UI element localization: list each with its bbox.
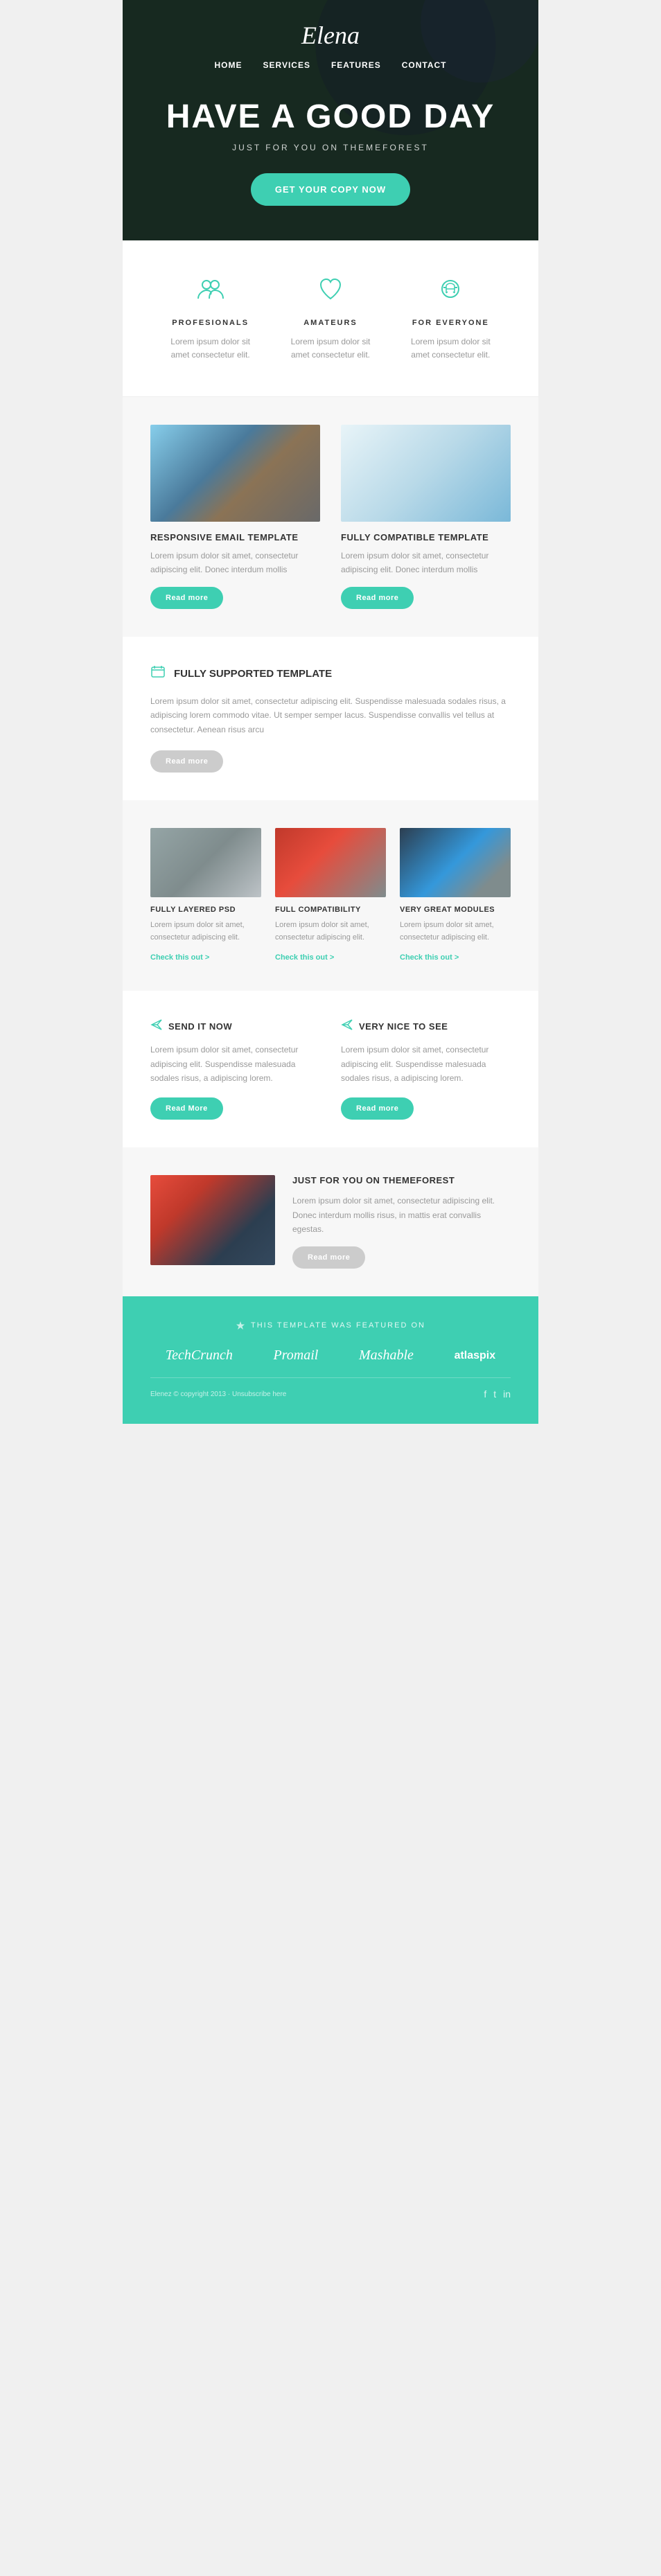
col-send-header: SEND IT NOW xyxy=(150,1018,320,1034)
card-road-image xyxy=(150,425,320,522)
brand-atlaspix: atlaspix xyxy=(455,1350,496,1362)
nav-features[interactable]: FEATURES xyxy=(331,60,381,70)
featured-section: JUST FOR YOU ON THEMEFOREST Lorem ipsum … xyxy=(123,1147,538,1296)
footer-section: THIS TEMPLATE WAS FEATURED ON TechCrunch… xyxy=(123,1296,538,1424)
amateurs-icon xyxy=(284,275,376,308)
col-shoes-image xyxy=(400,828,511,897)
col-compatibility-title: FULL COMPATIBILITY xyxy=(275,906,386,914)
featured-btn[interactable]: Read more xyxy=(292,1246,365,1269)
everyone-text: Lorem ipsum dolor sit amet consectetur e… xyxy=(405,335,497,362)
supported-header: FULLY SUPPORTED TEMPLATE xyxy=(150,664,511,684)
col-layered-text: Lorem ipsum dolor sit amet, consectetur … xyxy=(150,919,261,944)
facebook-icon[interactable]: f xyxy=(484,1388,486,1400)
card-compatible-title: FULLY COMPATIBLE TEMPLATE xyxy=(341,532,511,542)
col-modules: VERY GREAT MODULES Lorem ipsum dolor sit… xyxy=(400,828,511,963)
card-responsive-text: Lorem ipsum dolor sit amet, consectetur … xyxy=(150,549,320,576)
col-nice-to-see: VERY NICE TO SEE Lorem ipsum dolor sit a… xyxy=(341,1018,511,1120)
three-cols-row: FULLY LAYERED PSD Lorem ipsum dolor sit … xyxy=(150,828,511,963)
supported-section: FULLY SUPPORTED TEMPLATE Lorem ipsum dol… xyxy=(123,637,538,800)
features-row: PROFESIONALS Lorem ipsum dolor sit amet … xyxy=(150,275,511,362)
twitter-icon[interactable]: t xyxy=(493,1388,496,1400)
col-modules-link[interactable]: Check this out > xyxy=(400,953,459,962)
brand-promail: Promail xyxy=(274,1348,319,1364)
footer-bottom: Elenez © copyright 2013 · Unsubscribe he… xyxy=(150,1377,511,1400)
hero-subtitle: JUST FOR YOU ON THEMEFOREST xyxy=(123,143,538,152)
feature-amateurs: AMATEURS Lorem ipsum dolor sit amet cons… xyxy=(270,275,390,362)
col-layered-title: FULLY LAYERED PSD xyxy=(150,906,261,914)
email-wrapper: Elena HOME SERVICES FEATURES CONTACT HAV… xyxy=(123,0,538,1424)
hero-title: HAVE A GOOD DAY xyxy=(123,98,538,136)
card-compatible: FULLY COMPATIBLE TEMPLATE Lorem ipsum do… xyxy=(341,425,511,608)
footer-social: f t in xyxy=(484,1388,511,1400)
linkedin-icon[interactable]: in xyxy=(503,1388,511,1400)
col-skater-image xyxy=(150,828,261,897)
featured-text: Lorem ipsum dolor sit amet, consectetur … xyxy=(292,1194,511,1236)
col-send-text: Lorem ipsum dolor sit amet, consectetur … xyxy=(150,1043,320,1085)
professionals-text: Lorem ipsum dolor sit amet consectetur e… xyxy=(164,335,256,362)
send-icon xyxy=(150,1018,163,1034)
col-nice-header: VERY NICE TO SEE xyxy=(341,1018,511,1034)
card-compatible-text: Lorem ipsum dolor sit amet, consectetur … xyxy=(341,549,511,576)
col-layered-link[interactable]: Check this out > xyxy=(150,953,209,962)
col-nice-title: VERY NICE TO SEE xyxy=(359,1021,448,1032)
two-cols-row: SEND IT NOW Lorem ipsum dolor sit amet, … xyxy=(150,1018,511,1120)
footer-brands: TechCrunch Promail Mashable atlaspix xyxy=(150,1348,511,1364)
everyone-title: FOR EVERYONE xyxy=(405,319,497,327)
card-couple-image xyxy=(341,425,511,522)
brand-mashable: Mashable xyxy=(359,1348,414,1364)
professionals-icon xyxy=(164,275,256,308)
features-section: PROFESIONALS Lorem ipsum dolor sit amet … xyxy=(123,240,538,396)
nav-services[interactable]: SERVICES xyxy=(263,60,310,70)
col-send-title: SEND IT NOW xyxy=(168,1021,232,1032)
featured-title: JUST FOR YOU ON THEMEFOREST xyxy=(292,1175,511,1185)
supported-icon xyxy=(150,664,166,684)
cards-section: RESPONSIVE EMAIL TEMPLATE Lorem ipsum do… xyxy=(123,397,538,636)
nav-contact[interactable]: CONTACT xyxy=(402,60,447,70)
col-send-btn[interactable]: Read More xyxy=(150,1097,223,1120)
amateurs-text: Lorem ipsum dolor sit amet consectetur e… xyxy=(284,335,376,362)
card-responsive-btn[interactable]: Read more xyxy=(150,587,223,609)
nav-home[interactable]: HOME xyxy=(214,60,242,70)
footer-copyright: Elenez © copyright 2013 · Unsubscribe he… xyxy=(150,1391,286,1398)
three-cols-section: FULLY LAYERED PSD Lorem ipsum dolor sit … xyxy=(123,800,538,991)
col-compatibility-link[interactable]: Check this out > xyxy=(275,953,334,962)
supported-title: FULLY SUPPORTED TEMPLATE xyxy=(174,668,332,680)
col-layered: FULLY LAYERED PSD Lorem ipsum dolor sit … xyxy=(150,828,261,963)
feature-everyone: FOR EVERYONE Lorem ipsum dolor sit amet … xyxy=(391,275,511,362)
hero-nav: HOME SERVICES FEATURES CONTACT xyxy=(123,60,538,70)
col-nice-btn[interactable]: Read more xyxy=(341,1097,414,1120)
featured-content: JUST FOR YOU ON THEMEFOREST Lorem ipsum … xyxy=(292,1175,511,1269)
featured-crowd-image xyxy=(150,1175,275,1265)
nice-icon xyxy=(341,1018,353,1034)
col-nice-text: Lorem ipsum dolor sit amet, consectetur … xyxy=(341,1043,511,1085)
supported-btn[interactable]: Read more xyxy=(150,750,223,773)
card-compatible-btn[interactable]: Read more xyxy=(341,587,414,609)
everyone-icon xyxy=(405,275,497,308)
site-logo: Elena xyxy=(123,21,538,50)
card-responsive: RESPONSIVE EMAIL TEMPLATE Lorem ipsum do… xyxy=(150,425,320,608)
footer-label-text: THIS TEMPLATE WAS FEATURED ON xyxy=(251,1321,425,1330)
cards-row: RESPONSIVE EMAIL TEMPLATE Lorem ipsum do… xyxy=(150,425,511,608)
footer-featured-label: THIS TEMPLATE WAS FEATURED ON xyxy=(150,1321,511,1330)
brand-techcrunch: TechCrunch xyxy=(166,1348,233,1364)
feature-professionals: PROFESIONALS Lorem ipsum dolor sit amet … xyxy=(150,275,270,362)
card-responsive-title: RESPONSIVE EMAIL TEMPLATE xyxy=(150,532,320,542)
two-cols-section: SEND IT NOW Lorem ipsum dolor sit amet, … xyxy=(123,991,538,1147)
col-send-now: SEND IT NOW Lorem ipsum dolor sit amet, … xyxy=(150,1018,320,1120)
col-umbrella-image xyxy=(275,828,386,897)
col-compatibility-text: Lorem ipsum dolor sit amet, consectetur … xyxy=(275,919,386,944)
col-compatibility: FULL COMPATIBILITY Lorem ipsum dolor sit… xyxy=(275,828,386,963)
professionals-title: PROFESIONALS xyxy=(164,319,256,327)
col-modules-title: VERY GREAT MODULES xyxy=(400,906,511,914)
col-modules-text: Lorem ipsum dolor sit amet, consectetur … xyxy=(400,919,511,944)
featured-row: JUST FOR YOU ON THEMEFOREST Lorem ipsum … xyxy=(150,1175,511,1269)
supported-text: Lorem ipsum dolor sit amet, consectetur … xyxy=(150,694,511,736)
amateurs-title: AMATEURS xyxy=(284,319,376,327)
hero-section: Elena HOME SERVICES FEATURES CONTACT HAV… xyxy=(123,0,538,240)
hero-cta-button[interactable]: GET YOUR COPY NOW xyxy=(251,173,410,206)
